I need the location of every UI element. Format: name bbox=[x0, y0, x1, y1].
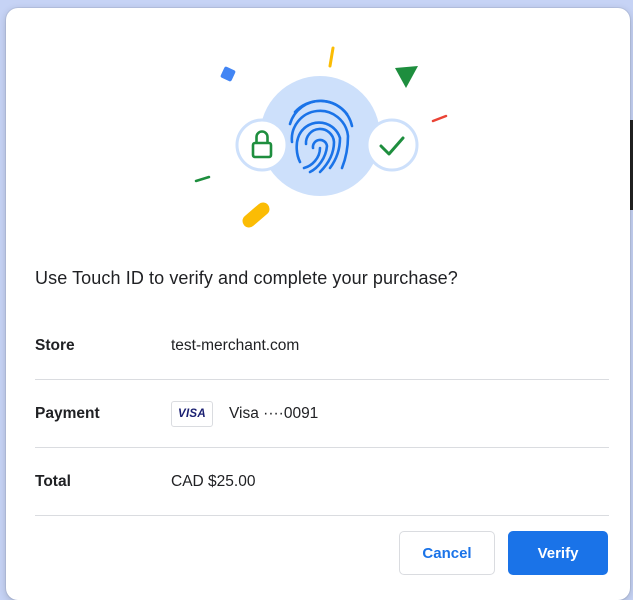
store-label: Store bbox=[35, 336, 75, 354]
lock-badge bbox=[235, 118, 289, 172]
visa-card-icon: VISA bbox=[171, 400, 213, 427]
dialog-buttons: Cancel Verify bbox=[399, 531, 608, 575]
check-badge bbox=[365, 118, 419, 172]
touch-id-dialog: Use Touch ID to verify and complete your… bbox=[6, 8, 630, 600]
confetti-yellow-pill bbox=[242, 202, 270, 228]
store-value: test-merchant.com bbox=[171, 336, 300, 354]
verify-button[interactable]: Verify bbox=[508, 531, 608, 575]
payment-label: Payment bbox=[35, 404, 100, 422]
dialog-title: Use Touch ID to verify and complete your… bbox=[35, 268, 458, 288]
total-value: CAD $25.00 bbox=[171, 472, 256, 490]
purchase-details: Store test-merchant.com Payment VISA Vis… bbox=[35, 312, 609, 516]
total-row: Total CAD $25.00 bbox=[35, 448, 609, 516]
payment-value: Visa ····0091 bbox=[229, 404, 319, 422]
cancel-button[interactable]: Cancel bbox=[399, 531, 495, 575]
confetti-red-line bbox=[431, 114, 448, 123]
confetti-yellow-line bbox=[328, 46, 335, 68]
confetti-green-line bbox=[194, 175, 211, 183]
payment-value-group: VISA Visa ····0091 bbox=[171, 400, 319, 427]
payment-row: Payment VISA Visa ····0091 bbox=[35, 380, 609, 448]
confetti-green-triangle bbox=[395, 66, 418, 88]
total-label: Total bbox=[35, 472, 71, 490]
store-row: Store test-merchant.com bbox=[35, 312, 609, 380]
illustration bbox=[194, 46, 448, 228]
confetti-blue-square bbox=[220, 66, 236, 82]
